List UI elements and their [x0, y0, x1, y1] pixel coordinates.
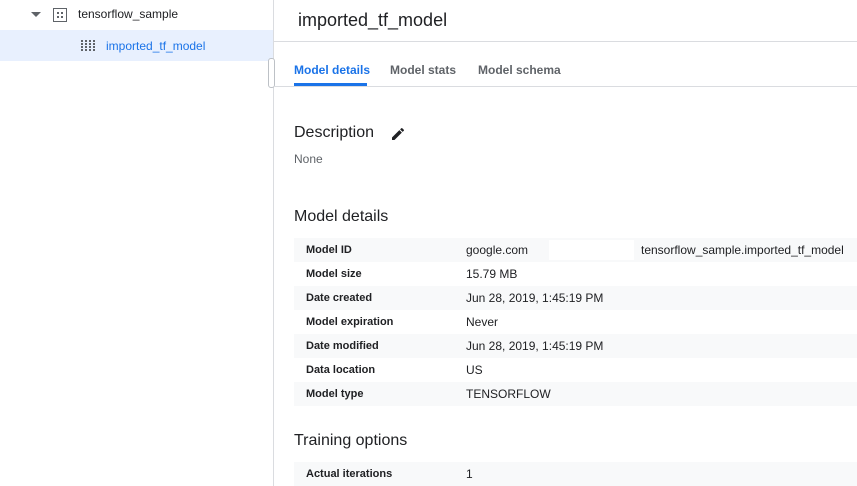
explorer-panel: tensorflow_sample imported_tf_model	[0, 0, 274, 486]
table-row: Model expiration Never	[294, 310, 857, 334]
table-row: Date created Jun 28, 2019, 1:45:19 PM	[294, 286, 857, 310]
row-key: Model size	[306, 268, 362, 280]
tab-model-stats[interactable]: Model stats	[390, 63, 456, 77]
row-key: Date created	[306, 292, 373, 304]
table-row: Date modified Jun 28, 2019, 1:45:19 PM	[294, 334, 857, 358]
tab-model-details[interactable]: Model details	[294, 63, 370, 77]
row-value: Never	[466, 315, 499, 329]
table-row: Data location US	[294, 358, 857, 382]
tree-item-dataset[interactable]: tensorflow_sample	[0, 0, 273, 31]
table-row: Model ID google.com tensorflow_sample.im…	[294, 238, 857, 262]
description-value: None	[294, 152, 323, 166]
active-tab-indicator	[294, 83, 367, 86]
row-key: Model ID	[306, 244, 352, 256]
caret-down-icon[interactable]	[31, 12, 41, 17]
table-row: Model size 15.79 MB	[294, 262, 857, 286]
row-value: Jun 28, 2019, 1:45:19 PM	[466, 339, 604, 353]
row-value: 1	[466, 467, 473, 481]
row-key: Actual iterations	[306, 468, 393, 480]
row-key: Model type	[306, 388, 364, 400]
title-bar: imported_tf_model	[274, 0, 857, 42]
description-heading: Description	[294, 124, 375, 141]
row-value-suffix: tensorflow_sample.imported_tf_model	[641, 243, 844, 257]
main-panel: imported_tf_model Model details Model st…	[274, 0, 857, 486]
tab-bar: Model details Model stats Model schema	[274, 42, 857, 87]
row-value: TENSORFLOW	[466, 387, 551, 401]
table-row: Actual iterations 1	[294, 462, 857, 486]
row-value: 15.79 MB	[466, 267, 518, 281]
row-value: google.com	[466, 243, 529, 257]
row-value: Jun 28, 2019, 1:45:19 PM	[466, 291, 604, 305]
pencil-icon[interactable]	[390, 126, 406, 142]
row-key: Date modified	[306, 340, 379, 352]
row-value: US	[466, 363, 483, 377]
row-key: Model expiration	[306, 316, 394, 328]
model-label[interactable]: imported_tf_model	[106, 39, 205, 53]
page-title: imported_tf_model	[298, 10, 448, 30]
training-options-heading: Training options	[294, 432, 408, 449]
row-key: Data location	[306, 364, 376, 376]
tab-model-schema[interactable]: Model schema	[478, 63, 561, 77]
dataset-icon	[53, 8, 67, 22]
model-details-heading: Model details	[294, 208, 389, 225]
table-row: Model type TENSORFLOW	[294, 382, 857, 406]
redacted-region	[549, 240, 634, 260]
model-icon	[81, 40, 95, 52]
dataset-label: tensorflow_sample	[78, 7, 179, 21]
